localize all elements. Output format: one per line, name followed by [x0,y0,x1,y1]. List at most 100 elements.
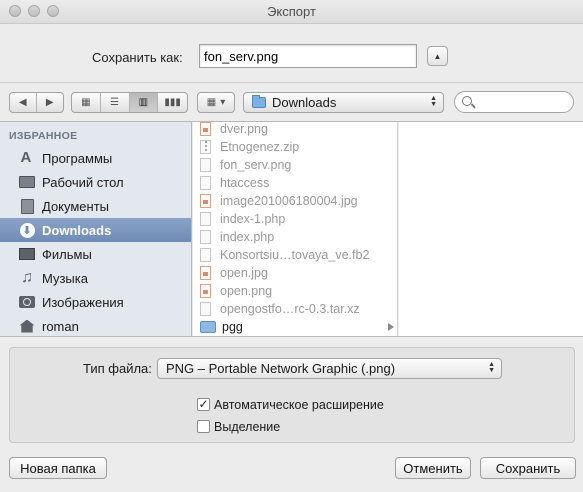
list-view-button[interactable]: ☰ [101,93,130,112]
search-field[interactable] [454,91,574,113]
columns-icon: ▥ [138,97,149,108]
auto-extension-label: Автоматическое расширение [214,398,384,412]
documents-icon [18,198,36,214]
auto-extension-checkbox[interactable]: ✓ [197,398,210,411]
forward-button[interactable]: ▶ [37,93,63,112]
icon-view-button[interactable]: ▦ [72,93,101,112]
file-item[interactable]: Etnogenez.zip [193,138,397,156]
sidebar-item-label: Музыка [42,270,88,286]
save-button[interactable]: Сохранить [480,457,576,479]
image-file-icon [200,266,211,280]
sidebar-item-label: Фильмы [42,246,92,262]
file-name: image201006180004.jpg [220,194,358,208]
column-view-button[interactable]: ▥ [129,93,159,112]
file-item[interactable]: dver.png [193,122,397,138]
location-label: Downloads [272,95,337,110]
file-item[interactable]: index-1.php [193,210,397,228]
file-browser-column: dver.png Etnogenez.zip fon_serv.png htac… [193,122,398,336]
sidebar-item-desktop[interactable]: Рабочий стол [0,170,191,194]
divider [0,82,583,83]
folder-icon [252,95,266,108]
disclosure-arrow-icon [388,323,394,331]
search-icon [462,96,472,106]
movies-icon [18,246,36,262]
document-file-icon [200,212,211,226]
file-item[interactable]: open.jpg [193,264,397,282]
cancel-button[interactable]: Отменить [395,457,471,479]
file-name: Konsortsiu…tovaya_ve.fb2 [220,248,370,262]
selection-label: Выделение [214,420,281,434]
file-name: index.php [220,230,275,244]
sidebar: ИЗБРАННОЕ Программы Рабочий стол Докумен… [0,122,192,336]
arrange-menu-button[interactable]: ▦ ▾ [198,93,234,112]
desktop-icon [18,174,36,190]
file-name: opengostfo…rc-0.3.tar.xz [220,302,360,316]
file-type-select[interactable]: PNG – Portable Network Graphic (.png) ▲ ▼ [157,358,502,379]
export-dialog: Экспорт Сохранить как: ▲ ◀ ▶ ▦ ☰ ▥ ▮▮▮ ▦… [0,0,583,492]
sidebar-item-home[interactable]: roman [0,314,191,336]
sidebar-item-label: Документы [42,198,110,214]
document-file-icon [200,230,211,244]
sidebar-item-label: Программы [42,150,113,166]
divider [0,336,583,337]
file-name: pgg [222,320,243,334]
pictures-icon [18,294,36,310]
sidebar-item-applications[interactable]: Программы [0,146,191,170]
file-type-label: Тип файла: [83,361,152,376]
arrow-left-icon: ◀ [18,97,27,108]
sidebar-item-pictures[interactable]: Изображения [0,290,191,314]
image-file-icon [200,122,211,136]
arrange-icon: ▦ [206,97,217,108]
file-item[interactable]: htaccess [193,174,397,192]
sidebar-item-label: roman [42,318,79,334]
sidebar-item-label: Изображения [42,294,124,310]
file-name: open.jpg [220,266,268,280]
file-item[interactable]: image201006180004.jpg [193,192,397,210]
location-popup[interactable]: Downloads ▲ ▼ [243,92,444,113]
document-file-icon [200,158,211,172]
coverflow-view-button[interactable]: ▮▮▮ [158,93,187,112]
arrange-control: ▦ ▾ [197,92,235,113]
file-item[interactable]: index.php [193,228,397,246]
arrow-right-icon: ▶ [45,97,54,108]
image-file-icon [200,194,211,208]
sidebar-item-movies[interactable]: Фильмы [0,242,191,266]
back-button[interactable]: ◀ [10,93,37,112]
file-name: Etnogenez.zip [220,140,300,154]
sidebar-section-favorites: ИЗБРАННОЕ [9,130,78,142]
file-name: index-1.php [220,212,286,226]
new-folder-button[interactable]: Новая папка [9,457,107,479]
music-icon: ♫ [21,269,33,286]
file-item[interactable]: Konsortsiu…tovaya_ve.fb2 [193,246,397,264]
coverflow-icon: ▮▮▮ [164,97,181,108]
folder-item[interactable]: pgg [193,318,397,336]
title-bar: Экспорт [0,0,583,24]
file-name: htaccess [220,176,270,190]
chevron-down-icon: ▾ [220,97,226,108]
file-item[interactable]: fon_serv.png [193,156,397,174]
collapse-dialog-button[interactable]: ▲ [427,46,448,66]
file-name: fon_serv.png [220,158,292,172]
sidebar-item-downloads[interactable]: ⬇ Downloads [0,218,191,242]
file-type-value: PNG – Portable Network Graphic (.png) [166,361,396,376]
window-title: Экспорт [267,4,316,19]
downloads-icon: ⬇ [18,222,36,238]
file-item[interactable]: open.png [193,282,397,300]
document-file-icon [200,248,211,262]
sidebar-item-documents[interactable]: Документы [0,194,191,218]
updown-arrows-icon: ▲ ▼ [430,95,437,108]
sidebar-item-label: Downloads [42,222,112,238]
file-item[interactable]: opengostfo…rc-0.3.tar.xz [193,300,397,318]
selection-checkbox[interactable] [197,420,210,433]
document-file-icon [200,302,211,316]
folder-icon [200,321,216,333]
document-file-icon [200,176,211,190]
save-as-input[interactable] [199,44,417,68]
updown-arrows-icon: ▲ ▼ [488,361,495,374]
sidebar-item-label: Рабочий стол [42,174,124,190]
file-name: dver.png [220,122,268,136]
checkmark-icon: ✓ [198,397,209,411]
view-mode-control: ▦ ☰ ▥ ▮▮▮ [71,92,188,113]
file-name: open.png [220,284,273,298]
sidebar-item-music[interactable]: ♫ Музыка [0,266,191,290]
